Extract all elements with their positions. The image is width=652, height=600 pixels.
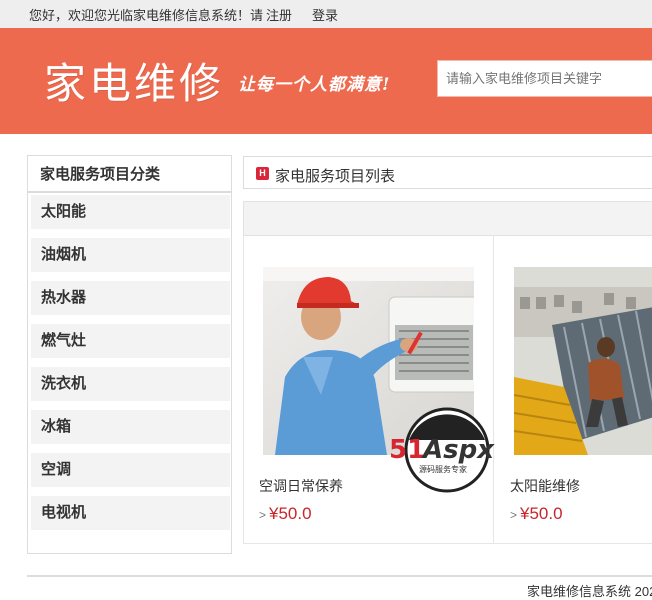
product-price-value: ¥50.0 — [269, 504, 312, 523]
welcome-text: 您好，欢迎您光临家电维修信息系统！请 — [29, 8, 264, 23]
header-banner: 家电维修 让每一个人都满意! — [0, 28, 652, 134]
price-arrow-icon: > — [259, 508, 267, 522]
watermark-logo: 51 Aspx 源码服务专家 — [387, 406, 513, 494]
sidebar-item-air-conditioner[interactable]: 空调 — [31, 453, 230, 487]
register-link[interactable]: 注册 — [266, 5, 292, 24]
product-price: > ¥50.0 — [259, 504, 312, 524]
sidebar-item-range-hood[interactable]: 油烟机 — [31, 238, 230, 272]
product-grid: 空调日常保养 > ¥50.0 太阳能维修 > ¥50.0 — [243, 236, 652, 544]
top-bar: 您好，欢迎您光临家电维修信息系统！请 注册 登录 — [0, 0, 652, 28]
sidebar-item-television[interactable]: 电视机 — [31, 496, 230, 530]
svg-text:Aspx: Aspx — [421, 435, 495, 465]
product-price: > ¥50.0 — [510, 504, 563, 524]
sidebar-item-gas-stove[interactable]: 燃气灶 — [31, 324, 230, 358]
product-card[interactable]: 空调日常保养 > ¥50.0 — [244, 236, 494, 543]
sidebar-item-washing-machine[interactable]: 洗衣机 — [31, 367, 230, 401]
watermark-tagline: 源码服务专家 — [419, 464, 467, 474]
site-slogan: 让每一个人都满意! — [238, 75, 391, 95]
product-price-value: ¥50.0 — [520, 504, 563, 523]
watermark-text: 51 — [389, 435, 425, 465]
list-toolbar — [243, 201, 652, 236]
price-arrow-icon: > — [510, 508, 518, 522]
product-name[interactable]: 空调日常保养 — [259, 476, 343, 496]
sidebar-title: 家电服务项目分类 — [28, 156, 231, 193]
sidebar-item-solar[interactable]: 太阳能 — [31, 195, 230, 229]
footer-divider — [27, 575, 652, 577]
search-input[interactable] — [437, 60, 652, 97]
footer-copyright: 家电维修信息系统 202 — [527, 584, 652, 599]
product-list-header: H 家电服务项目列表 — [243, 156, 652, 189]
login-link[interactable]: 登录 — [312, 5, 338, 24]
product-list-title: 家电服务项目列表 — [275, 168, 396, 185]
list-badge-icon: H — [256, 167, 269, 180]
category-sidebar: 家电服务项目分类 太阳能 油烟机 热水器 燃气灶 洗衣机 冰箱 空调 电视机 — [27, 155, 232, 554]
product-card[interactable]: 太阳能维修 > ¥50.0 — [495, 236, 652, 543]
site-logo[interactable]: 家电维修 — [44, 50, 224, 111]
product-name[interactable]: 太阳能维修 — [510, 476, 580, 496]
sidebar-item-water-heater[interactable]: 热水器 — [31, 281, 230, 315]
product-image-solar-repair[interactable] — [514, 267, 652, 455]
sidebar-item-refrigerator[interactable]: 冰箱 — [31, 410, 230, 444]
